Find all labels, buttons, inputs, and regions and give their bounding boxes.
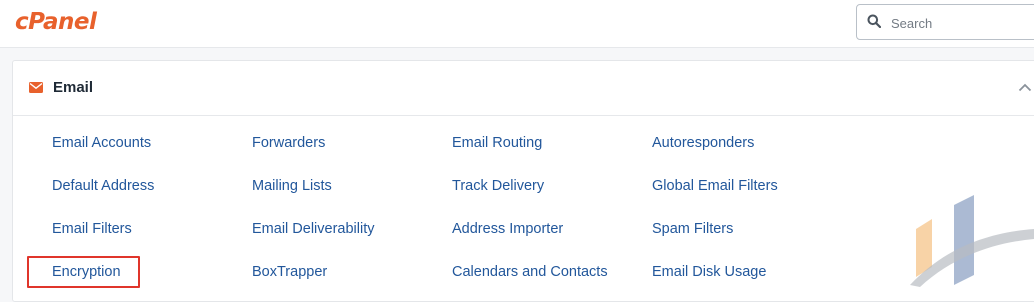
cpanel-logo[interactable]: cPanel xyxy=(15,9,97,35)
email-section-header[interactable]: Email xyxy=(13,61,1034,116)
track-delivery-link[interactable]: Track Delivery xyxy=(452,178,544,194)
email-deliverability-link[interactable]: Email Deliverability xyxy=(252,221,374,237)
email-accounts-link[interactable]: Email Accounts xyxy=(52,135,151,151)
forwarders-link[interactable]: Forwarders xyxy=(252,135,325,151)
email-filters-link[interactable]: Email Filters xyxy=(52,221,132,237)
envelope-icon xyxy=(29,82,43,93)
email-disk-usage-link[interactable]: Email Disk Usage xyxy=(652,264,766,280)
address-importer-link[interactable]: Address Importer xyxy=(452,221,563,237)
search-input[interactable] xyxy=(889,11,1033,35)
encryption-highlight-box xyxy=(27,256,140,288)
autoresponders-link[interactable]: Autoresponders xyxy=(652,135,754,151)
mailing-lists-link[interactable]: Mailing Lists xyxy=(252,178,332,194)
section-title: Email xyxy=(53,79,94,96)
top-bar: cPanel xyxy=(0,0,1034,48)
watermark-logo xyxy=(910,195,1034,287)
chevron-up-icon[interactable] xyxy=(1018,83,1032,92)
calendars-and-contacts-link[interactable]: Calendars and Contacts xyxy=(452,264,608,280)
search-box[interactable] xyxy=(856,4,1034,40)
global-email-filters-link[interactable]: Global Email Filters xyxy=(652,178,778,194)
spam-filters-link[interactable]: Spam Filters xyxy=(652,221,733,237)
email-routing-link[interactable]: Email Routing xyxy=(452,135,542,151)
default-address-link[interactable]: Default Address xyxy=(52,178,154,194)
search-icon xyxy=(867,14,881,28)
boxtrapper-link[interactable]: BoxTrapper xyxy=(252,264,327,280)
